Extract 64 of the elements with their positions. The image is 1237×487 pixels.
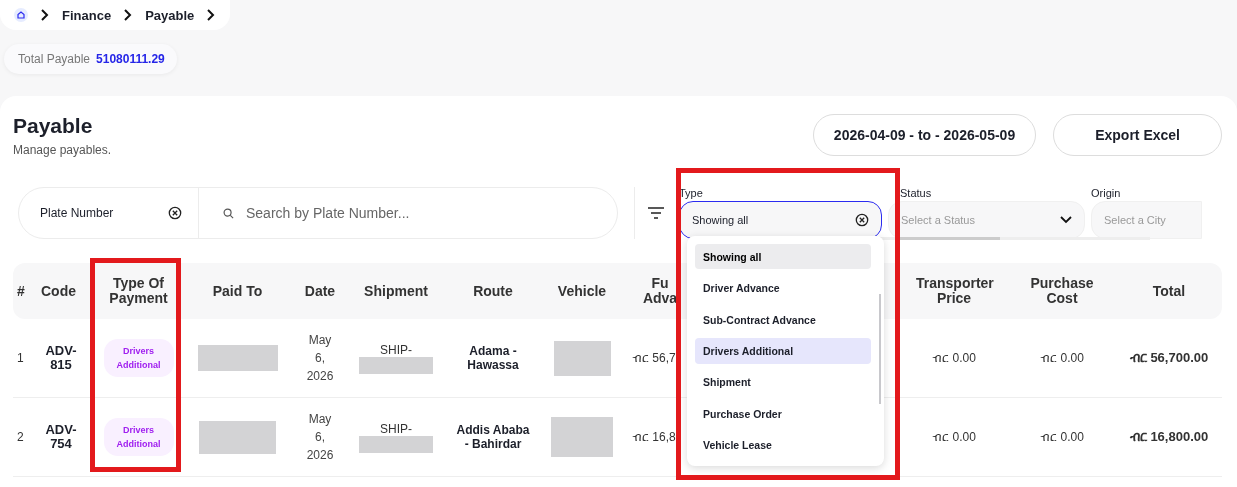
column-header: Shipment (363, 283, 429, 299)
dropdown-option[interactable]: Showing all (695, 244, 871, 270)
chevron-right-icon (40, 9, 50, 21)
breadcrumb-link[interactable]: Finance (62, 7, 112, 23)
code-cell-text: ADV-815 (44, 344, 78, 372)
redacted-block (553, 340, 611, 376)
search-icon (223, 207, 234, 219)
dropdown-option[interactable]: Shipment (695, 369, 871, 396)
payment-type-badge: Drivers Additional (103, 339, 174, 377)
amount-cell-text: ብር 0.00 (931, 430, 977, 444)
dropdown-option[interactable]: Driver Advance (695, 275, 871, 301)
column-header: Total (1151, 283, 1187, 299)
amount-cell-text: ብር 0.00 (1039, 430, 1085, 444)
date-cell-text: May 6, 2026 (305, 332, 335, 385)
field-label: Origin (1091, 187, 1122, 199)
column-header: Route (472, 283, 514, 299)
column-header: Code (40, 283, 77, 299)
route-cell-text: Adama - Hawassa (466, 344, 520, 372)
export-button[interactable]: Export Excel (1053, 114, 1222, 156)
chevron-down-icon (1060, 216, 1072, 224)
column-header: Transporter Price (915, 276, 995, 306)
amount-cell-text: ብር 0.00 (1039, 351, 1085, 365)
amount-cell-text: ብር 0.00 (931, 351, 977, 365)
home-icon[interactable] (14, 8, 28, 22)
field-label: Status (900, 187, 933, 199)
date-cell-text: May 6, 2026 (305, 411, 335, 464)
page-subtitle: Manage payables. (13, 143, 112, 157)
total-payable-value: 51080111.29 (96, 52, 165, 66)
column-header: Purchase Cost (1029, 276, 1095, 306)
total-cell-text: ብር 16,800.00 (1128, 429, 1210, 445)
row-number: 2 (16, 430, 25, 444)
shipment-cell-text: SHIP- (379, 342, 413, 357)
chevron-right-icon (206, 9, 217, 21)
field-label: Type (679, 187, 704, 199)
page-title: Payable (13, 114, 94, 138)
column-header: Paid To (211, 283, 264, 299)
row-number: 1 (16, 351, 25, 365)
shipment-cell-text: SHIP- (379, 421, 413, 436)
route-cell-text: Addis Ababa - Bahirdar (455, 423, 531, 451)
dropdown-option[interactable]: Purchase Order (695, 401, 871, 427)
dropdown-option[interactable]: Sub-Contract Advance (695, 306, 871, 333)
amount-cell-text: ብር 16,8 (631, 430, 677, 444)
clear-icon[interactable] (168, 206, 182, 220)
filter-icon[interactable] (647, 206, 665, 220)
column-header: Type Of Payment (108, 276, 169, 306)
column-header: Date (303, 283, 337, 299)
total-cell-text: ብር 56,700.00 (1128, 350, 1210, 366)
scrollbar-thumb[interactable] (879, 294, 881, 404)
redacted-block (551, 417, 613, 457)
column-header: # (16, 283, 26, 299)
date-range-button[interactable]: 2026-04-09 - to - 2026-05-09 (812, 114, 1037, 156)
code-cell-text: ADV-754 (44, 423, 78, 451)
column-header: Fu Adva (641, 276, 679, 306)
dropdown-option[interactable]: Drivers Additional (695, 338, 871, 364)
total-payable-label: Total Payable (18, 52, 91, 66)
type-select[interactable]: Showing all (679, 201, 882, 239)
search-field-select[interactable]: Plate Number (19, 188, 199, 238)
dropdown-option[interactable]: Vehicle Lease (695, 432, 871, 458)
scrollbar-thumb[interactable] (900, 237, 1000, 240)
clear-icon[interactable] (855, 213, 869, 227)
chevron-right-icon (123, 9, 134, 21)
breadcrumb-link[interactable]: Payable (145, 7, 195, 23)
payment-type-badge: Drivers Additional (103, 418, 174, 456)
column-header: Vehicle (556, 283, 608, 299)
